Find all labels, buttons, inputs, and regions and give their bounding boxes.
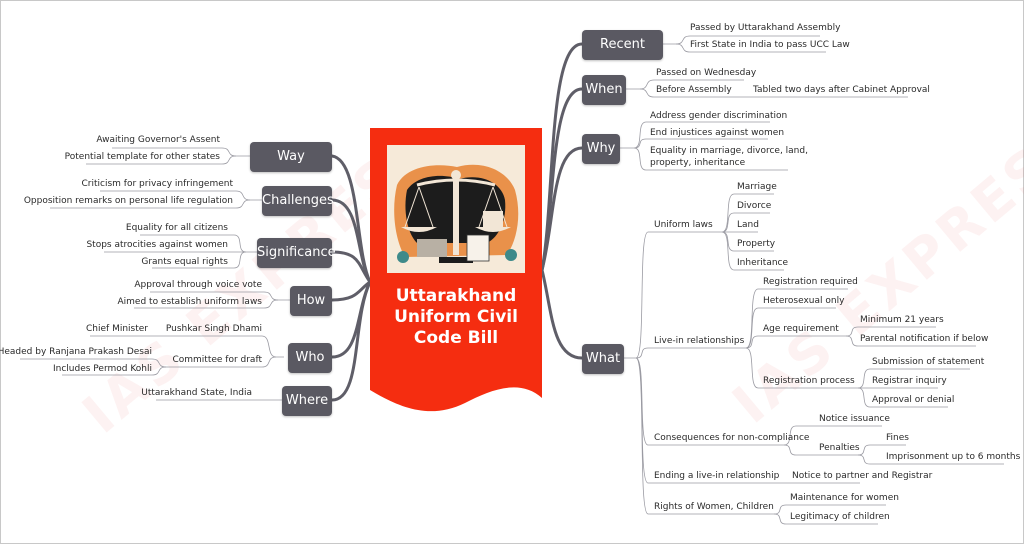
subtopic[interactable]: Equality in marriage, divorce, land, bbox=[650, 145, 808, 157]
subtopic[interactable]: Approval through voice vote bbox=[134, 279, 262, 291]
subtopic[interactable]: Parental notification if below bbox=[860, 333, 988, 345]
subtopic[interactable]: Rights of Women, Children bbox=[654, 501, 774, 513]
topic-challenges[interactable]: Challenges bbox=[262, 186, 334, 216]
subtopic[interactable]: Passed by Uttarakhand Assembly bbox=[690, 22, 840, 34]
subtopic[interactable]: Before Assembly bbox=[656, 84, 732, 96]
subtopic[interactable]: Approval or denial bbox=[872, 394, 954, 406]
subtopic[interactable]: Maintenance for women bbox=[790, 492, 899, 504]
topic-why[interactable]: Why bbox=[582, 134, 620, 164]
subtopic[interactable]: Committee for draft bbox=[172, 354, 262, 366]
subtopic[interactable]: Notice to partner and Registrar bbox=[792, 470, 932, 482]
subtopic[interactable]: Uttarakhand State, India bbox=[141, 387, 252, 399]
topic-significance[interactable]: Significance bbox=[257, 238, 336, 268]
subtopic[interactable]: Registrar inquiry bbox=[872, 375, 947, 387]
subtopic[interactable]: Awaiting Governor's Assent bbox=[96, 134, 220, 146]
subtopic[interactable]: Divorce bbox=[737, 200, 771, 212]
subtopic[interactable]: Heterosexual only bbox=[763, 295, 844, 307]
subtopic[interactable]: Property bbox=[737, 238, 775, 250]
subtopic[interactable]: Uniform laws bbox=[654, 219, 713, 231]
subtopic[interactable]: Tabled two days after Cabinet Approval bbox=[753, 84, 930, 96]
scales-of-justice-illustration bbox=[387, 145, 525, 273]
topic-how[interactable]: How bbox=[290, 286, 332, 316]
subtopic[interactable]: Imprisonment up to 6 months bbox=[886, 451, 1020, 463]
subtopic[interactable]: Equality for all citizens bbox=[126, 222, 228, 234]
central-topic[interactable]: Uttarakhand Uniform Civil Code Bill bbox=[370, 128, 542, 428]
subtopic[interactable]: Registration required bbox=[763, 276, 858, 288]
subtopic[interactable]: Criticism for privacy infringement bbox=[82, 178, 233, 190]
subtopic[interactable]: Marriage bbox=[737, 181, 777, 193]
subtopic[interactable]: Inheritance bbox=[737, 257, 788, 269]
topic-where[interactable]: Where bbox=[282, 386, 332, 416]
title-line: Uttarakhand bbox=[395, 286, 517, 306]
subtopic[interactable]: First State in India to pass UCC Law bbox=[690, 39, 850, 51]
topic-who[interactable]: Who bbox=[288, 343, 332, 373]
subtopic[interactable]: Address gender discrimination bbox=[650, 110, 787, 122]
subtopic[interactable]: Potential template for other states bbox=[65, 151, 220, 163]
subtopic[interactable]: Opposition remarks on personal life regu… bbox=[24, 195, 233, 207]
subtopic[interactable]: Live-in relationships bbox=[654, 335, 744, 347]
topic-when[interactable]: When bbox=[582, 75, 626, 105]
subtopic[interactable]: Legitimacy of children bbox=[790, 511, 890, 523]
central-topic-title: Uttarakhand Uniform Civil Code Bill bbox=[370, 286, 542, 349]
subtopic[interactable]: Pushkar Singh Dhami bbox=[166, 323, 262, 335]
subtopic[interactable]: Aimed to establish uniform laws bbox=[118, 296, 263, 308]
subtopic[interactable]: Penalties bbox=[819, 442, 860, 454]
subtopic[interactable]: Consequences for non-compliance bbox=[654, 432, 809, 444]
topic-what[interactable]: What bbox=[582, 344, 624, 374]
subtopic[interactable]: Passed on Wednesday bbox=[656, 67, 756, 79]
subtopic[interactable]: Age requirement bbox=[763, 323, 839, 335]
title-line: Code Bill bbox=[413, 328, 499, 348]
subtopic[interactable]: Minimum 21 years bbox=[860, 314, 944, 326]
subtopic[interactable]: Ending a live-in relationship bbox=[654, 470, 779, 482]
subtopic[interactable]: Includes Permod Kohli bbox=[53, 363, 152, 375]
subtopic[interactable]: Notice issuance bbox=[819, 413, 890, 425]
subtopic[interactable]: Submission of statement bbox=[872, 356, 984, 368]
topic-recent-news[interactable]: Recent News bbox=[582, 30, 663, 82]
subtopic[interactable]: Land bbox=[737, 219, 759, 231]
subtopic[interactable]: Grants equal rights bbox=[141, 256, 228, 268]
subtopic[interactable]: Headed by Ranjana Prakash Desai bbox=[0, 346, 152, 358]
subtopic[interactable]: Stops atrocities against women bbox=[86, 239, 228, 251]
subtopic[interactable]: property, inheritance bbox=[650, 157, 745, 169]
topic-way-forward[interactable]: Way Forward bbox=[250, 142, 332, 194]
subtopic[interactable]: Chief Minister bbox=[86, 323, 148, 335]
subtopic[interactable]: Fines bbox=[886, 432, 909, 444]
title-line: Uniform Civil bbox=[394, 307, 518, 327]
subtopic[interactable]: End injustices against women bbox=[650, 127, 784, 139]
subtopic[interactable]: Registration process bbox=[763, 375, 855, 387]
